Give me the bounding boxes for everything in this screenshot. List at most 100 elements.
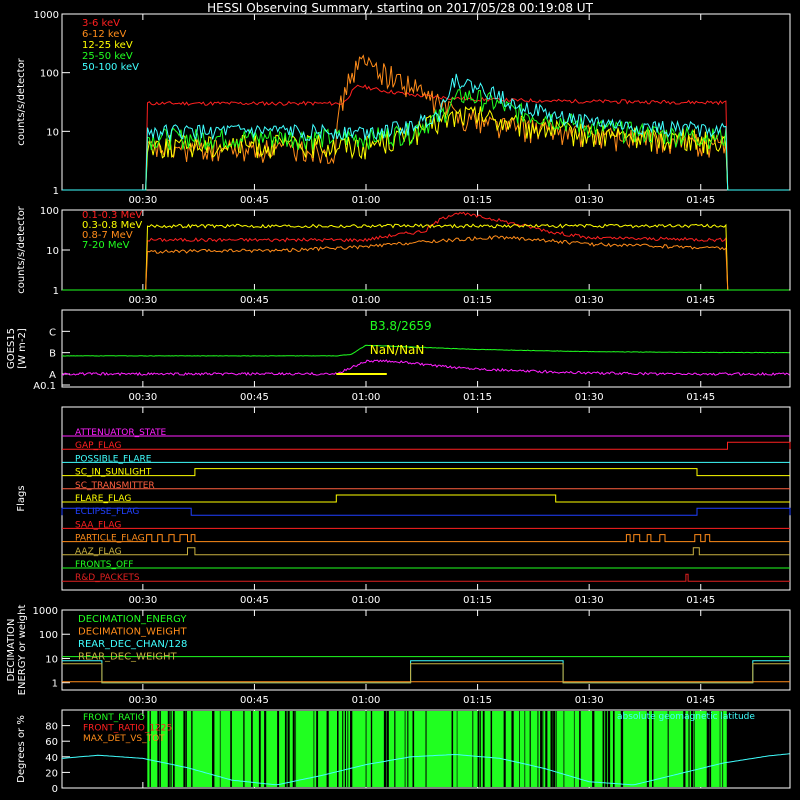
front-ratio-gap <box>477 711 480 787</box>
front-ratio-gap <box>347 711 349 787</box>
front-ratio-gap <box>170 711 172 787</box>
front-ratio-gap <box>149 711 151 787</box>
series-line <box>62 663 790 684</box>
front-ratio-gap <box>529 711 531 787</box>
time-tick-label: 01:45 <box>686 695 715 706</box>
front-ratio-gap <box>350 711 353 787</box>
front-ratio-gap <box>264 711 267 787</box>
flag-line <box>62 441 791 450</box>
front-ratio-gap <box>258 711 261 787</box>
front-ratio-gap <box>482 711 485 787</box>
time-tick-label: 00:30 <box>128 595 157 606</box>
time-tick-label: 01:30 <box>575 195 604 206</box>
y-axis-label: DECIMATION <box>6 618 17 681</box>
front-ratio-gap <box>667 711 669 787</box>
time-tick-label: 01:00 <box>352 195 381 206</box>
y-axis-label: counts/s/detector <box>16 205 27 293</box>
legend-entry: 12-25 keV <box>82 40 133 51</box>
legend-entry: 50-100 keV <box>82 62 139 73</box>
front-ratio-gap <box>313 711 315 787</box>
time-tick-label: 01:15 <box>463 595 492 606</box>
y-tick-label: 10 <box>46 246 59 257</box>
front-ratio-gap <box>370 711 373 787</box>
goes-annotation: NaN/NaN <box>370 343 425 357</box>
front-ratio-gap <box>365 711 367 787</box>
front-ratio-gap <box>503 711 506 787</box>
front-ratio-gap <box>383 711 387 787</box>
front-ratio-gap <box>412 711 415 787</box>
series-line <box>62 73 790 191</box>
front-ratio-gap <box>287 711 290 787</box>
front-ratio-gap <box>706 711 710 787</box>
front-ratio-gap <box>336 711 339 787</box>
front-ratio-gap <box>490 711 493 787</box>
flag-line <box>62 547 790 556</box>
panel-frame-3 <box>61 406 791 591</box>
legend-entry: 3-6 keV <box>82 18 120 29</box>
front-ratio-gap <box>157 711 160 787</box>
front-ratio-fill <box>147 711 727 787</box>
front-ratio-gap <box>542 711 544 787</box>
flag-line <box>62 573 790 582</box>
front-ratio-gap <box>719 711 721 787</box>
front-ratio-gap <box>519 711 520 787</box>
legend-entry: REAR_DEC_WEIGHT <box>78 652 177 663</box>
time-tick-label: 00:45 <box>240 195 269 206</box>
time-tick-label: 00:30 <box>128 695 157 706</box>
time-tick-label: 01:00 <box>352 695 381 706</box>
time-tick-label: 01:45 <box>686 195 715 206</box>
legend-entry: DECIMATION_ENERGY <box>78 614 187 625</box>
front-ratio-gap <box>185 711 187 787</box>
time-tick-label: 01:30 <box>575 695 604 706</box>
time-tick-label: 01:45 <box>686 392 715 403</box>
front-ratio-gap <box>292 711 295 787</box>
front-ratio-gap <box>537 711 539 787</box>
time-tick-label: 01:45 <box>686 295 715 306</box>
front-ratio-gap <box>407 711 409 787</box>
y-tick-label: 40 <box>45 753 58 764</box>
front-ratio-gap <box>511 711 514 787</box>
front-ratio-gap <box>620 711 624 787</box>
front-ratio-gap <box>167 711 170 787</box>
front-ratio-gap <box>688 711 690 787</box>
y-axis-label: ENERGY or weight <box>17 605 28 696</box>
front-ratio-gap <box>404 711 406 787</box>
legend-entry: 7-20 MeV <box>82 240 130 251</box>
front-ratio-gap <box>183 711 186 787</box>
y-tick-label: 10 <box>46 127 59 138</box>
front-ratio-gap <box>326 711 329 787</box>
time-tick-label: 01:15 <box>463 392 492 403</box>
time-tick-label: 01:15 <box>463 195 492 206</box>
front-ratio-gap <box>524 711 526 787</box>
legend-entry: absolute geomagnetic latitude <box>617 712 755 722</box>
legend-entry: REAR_DEC_CHAN/128 <box>78 639 187 650</box>
time-tick-label: 00:45 <box>240 695 269 706</box>
y-tick-label: A0.1 <box>33 381 56 392</box>
flag-line <box>61 507 791 516</box>
legend-entry: MAX_DET_VS_TOT <box>83 734 165 744</box>
time-tick-label: 01:45 <box>686 595 715 606</box>
y-tick-label: 1 <box>53 286 59 297</box>
time-tick-label: 01:15 <box>463 695 492 706</box>
time-tick-label: 01:00 <box>352 595 381 606</box>
front-ratio-gap <box>425 711 427 787</box>
time-tick-label: 01:00 <box>352 392 381 403</box>
front-ratio-gap <box>646 711 649 787</box>
front-ratio-gap <box>550 711 553 787</box>
time-tick-label: 00:30 <box>128 392 157 403</box>
front-ratio-gap <box>652 711 654 787</box>
front-ratio-gap <box>172 711 175 787</box>
front-ratio-gap <box>545 711 548 787</box>
legend-entry: FRONT_RATIO_1225 <box>83 724 172 734</box>
front-ratio-gap <box>243 711 245 787</box>
time-tick-label: 01:15 <box>463 295 492 306</box>
page-title: HESSI Observing Summary, starting on 201… <box>207 1 593 15</box>
legend-entry: FRONT_RATIO <box>83 713 145 723</box>
time-tick-label: 00:45 <box>240 392 269 403</box>
y-tick-label: A <box>49 370 56 381</box>
time-tick-label: 00:30 <box>128 295 157 306</box>
front-ratio-gap <box>607 711 611 787</box>
front-ratio-gap <box>691 711 694 787</box>
front-ratio-gap <box>284 711 287 787</box>
observing-summary-plot: 00:30 00:45 01:00 01:15 01:30 01:45 counts/s/d… <box>6 10 791 795</box>
